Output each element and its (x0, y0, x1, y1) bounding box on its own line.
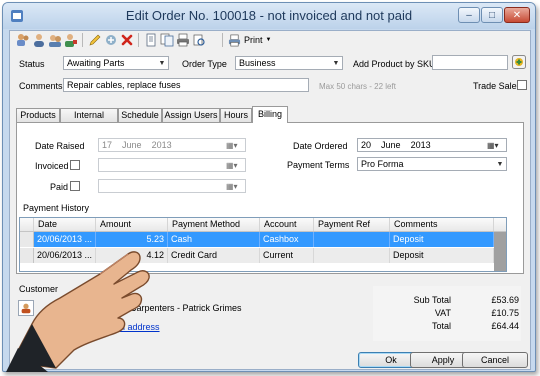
add-sku-label: Add Product by SKU (353, 59, 436, 69)
tab-billing[interactable]: Billing (252, 106, 288, 123)
tab-internal-notes[interactable]: Internal Notes (60, 108, 118, 132)
chevron-down-icon: ▼ (332, 59, 340, 67)
add-product-icon[interactable] (512, 55, 526, 69)
total-label: Total (431, 321, 451, 331)
invoiced-label: Invoiced (35, 161, 69, 171)
edit-user-icon[interactable] (64, 33, 78, 47)
paid-checkbox[interactable] (70, 181, 80, 191)
date-ordered-day: 20 (361, 140, 372, 150)
column-header-payment-ref[interactable]: Payment Ref (314, 218, 390, 231)
calendar-icon[interactable]: ▦▾ (487, 140, 505, 150)
date-ordered-month: June (381, 140, 401, 150)
cell-account: Current (260, 248, 314, 263)
comments-input[interactable]: Repair cables, replace fuses (63, 78, 309, 92)
payment-terms-select[interactable]: Pro Forma ▼ (357, 157, 507, 171)
tab-hours[interactable]: Hours (220, 108, 252, 122)
status-label: Status (19, 59, 45, 69)
cancel-button[interactable]: Cancel (462, 352, 528, 368)
trade-sale-label: Trade Sale (473, 81, 517, 91)
calendar-icon: ▦▾ (226, 140, 238, 150)
subtotal-row: Sub Total £53.69 (373, 295, 521, 307)
column-header-account[interactable]: Account (260, 218, 314, 231)
window-title: Edit Order No. 100018 - not invoiced and… (125, 8, 413, 23)
payment-terms-value: Pro Forma (361, 159, 404, 169)
totals-panel: Sub Total £53.69 VAT £10.75 Total £64.44 (373, 286, 521, 341)
minimize-button[interactable]: – (458, 7, 480, 23)
open-icon[interactable] (104, 33, 118, 47)
trade-sale-checkbox[interactable] (517, 80, 527, 90)
print-menu-button[interactable]: Print ▼ (228, 33, 271, 47)
date-ordered-year: 2013 (410, 140, 431, 150)
chevron-down-icon: ▼ (158, 59, 166, 67)
date-raised-day: 17 (102, 140, 113, 150)
subtotal-label: Sub Total (413, 295, 451, 305)
tab-schedule[interactable]: Schedule (118, 108, 162, 122)
date-raised-picker: 17 June 2013 ▦▾ (98, 138, 246, 152)
toolbar-separator (82, 33, 83, 47)
print-icon (228, 34, 241, 46)
tab-assign-users[interactable]: Assign Users (162, 108, 220, 122)
add-sku-input[interactable] (432, 55, 508, 70)
cell-comments: Deposit (390, 248, 494, 263)
order-type-value: Business (239, 58, 276, 68)
grid-empty-area (494, 232, 506, 271)
document-icon[interactable] (144, 33, 158, 47)
toolbar: Print ▼ (10, 31, 530, 49)
vat-value: £10.75 (491, 308, 519, 318)
close-button[interactable]: ✕ (504, 7, 530, 23)
toolbar-separator (222, 33, 223, 47)
cell-account: Cashbox (260, 232, 314, 247)
cell-payment-ref (314, 248, 390, 263)
subtotal-value: £53.69 (491, 295, 519, 305)
order-type-label: Order Type (182, 59, 227, 69)
toolbar-separator (138, 33, 139, 47)
chevron-down-icon: ▼ (496, 160, 504, 168)
customers-icon[interactable] (48, 33, 62, 47)
column-header-payment-method[interactable]: Payment Method (168, 218, 260, 231)
status-value: Awaiting Parts (67, 58, 125, 68)
calendar-icon: ▦▾ (226, 160, 238, 170)
paid-label: Paid (50, 182, 69, 192)
tab-products[interactable]: Products (16, 108, 60, 122)
date-ordered-picker[interactable]: 20 June 2013 ▦▾ (357, 138, 507, 152)
total-row: Total £64.44 (373, 321, 521, 333)
date-raised-year: 2013 (151, 140, 172, 150)
cell-comments: Deposit (390, 232, 494, 247)
paid-date-picker: ▦▾ (98, 179, 246, 193)
maximize-button[interactable]: □ (481, 7, 503, 23)
date-raised-month: June (122, 140, 142, 150)
comments-char-hint: Max 50 chars - 22 left (319, 82, 396, 91)
cell-payment-method: Cash (168, 232, 260, 247)
date-raised-label: Date Raised (35, 141, 85, 151)
printer-icon[interactable] (176, 33, 190, 47)
pointing-hand-icon (6, 251, 150, 372)
column-header-comments[interactable]: Comments (390, 218, 494, 231)
print-preview-icon[interactable] (192, 33, 206, 47)
vat-label: VAT (434, 308, 451, 318)
total-value: £64.44 (491, 321, 519, 331)
vat-row: VAT £10.75 (373, 308, 521, 320)
users-icon[interactable] (16, 33, 30, 47)
date-ordered-label: Date Ordered (293, 141, 348, 151)
copy-icon[interactable] (160, 33, 174, 47)
payment-terms-label: Payment Terms (287, 160, 350, 170)
chevron-down-icon: ▼ (265, 37, 272, 43)
comments-label: Comments (19, 81, 63, 91)
order-type-select[interactable]: Business ▼ (235, 56, 343, 70)
print-label: Print (244, 35, 263, 45)
user-icon[interactable] (32, 33, 46, 47)
calendar-icon: ▦▾ (226, 181, 238, 191)
delete-icon[interactable] (120, 33, 134, 47)
cell-payment-ref (314, 232, 390, 247)
cell-payment-method: Credit Card (168, 248, 260, 263)
status-select[interactable]: Awaiting Parts ▼ (63, 56, 169, 70)
title-bar[interactable]: Edit Order No. 100018 - not invoiced and… (3, 3, 535, 29)
invoiced-checkbox[interactable] (70, 160, 80, 170)
invoiced-date-picker: ▦▾ (98, 158, 246, 172)
pencil-icon[interactable] (88, 33, 102, 47)
